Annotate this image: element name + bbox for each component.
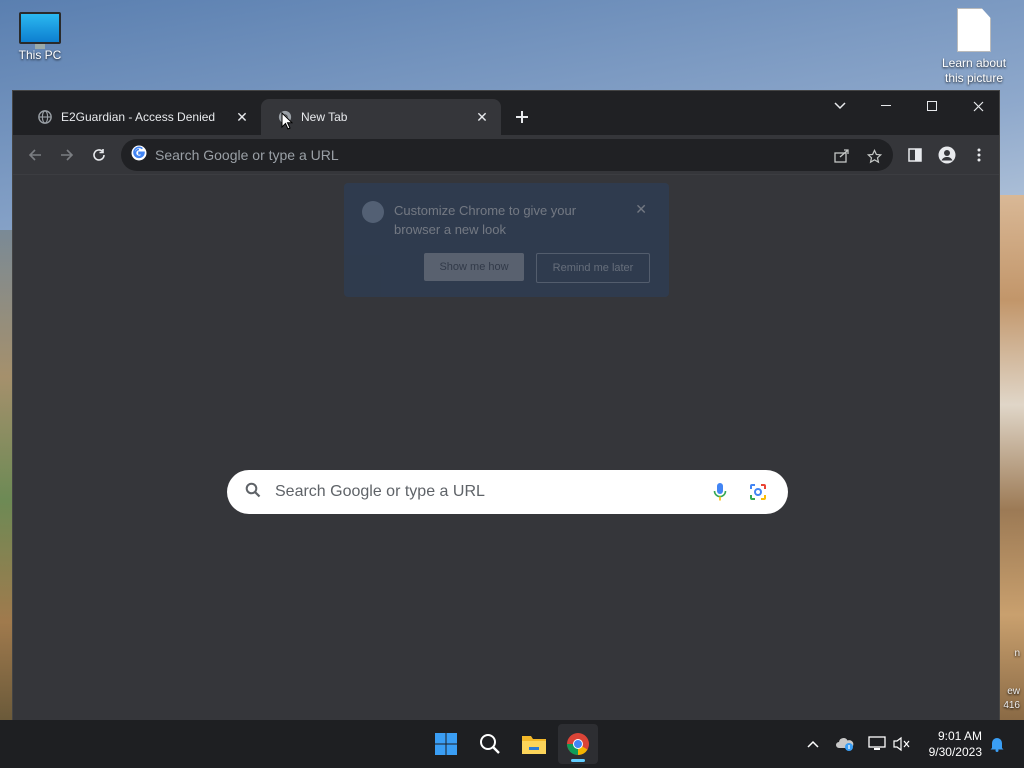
desktop-icon-label: Learn about this picture [941, 56, 1007, 85]
notification-bell-icon[interactable] [985, 732, 1009, 756]
onedrive-icon[interactable] [833, 732, 857, 756]
tab-title: New Tab [301, 110, 348, 124]
reload-button[interactable] [85, 141, 113, 169]
pin-icon [362, 201, 384, 223]
share-icon[interactable] [831, 145, 853, 167]
back-button[interactable] [21, 141, 49, 169]
tab-e2guardian[interactable]: E2Guardian - Access Denied ✕ [21, 99, 261, 135]
search-icon [245, 482, 261, 503]
tab-search-button[interactable] [817, 91, 863, 121]
start-icon [435, 733, 457, 755]
clock-date: 9/30/2023 [928, 745, 982, 759]
tab-new-tab[interactable]: New Tab ✕ [261, 99, 501, 135]
wallpaper-text: n [1014, 648, 1020, 659]
chrome-taskbar-button[interactable] [558, 724, 598, 764]
close-window-button[interactable] [955, 91, 1001, 121]
new-tab-page: Customize Chrome to give your browser a … [13, 176, 999, 721]
desktop-icon-this-pc[interactable]: This PC [0, 12, 80, 63]
wallpaper-text: 416 [1003, 700, 1020, 711]
chrome-icon [567, 733, 589, 755]
tab-strip: E2Guardian - Access Denied ✕ New Tab ✕ [13, 91, 999, 135]
tab-title: E2Guardian - Access Denied [61, 110, 216, 124]
promo-message: Customize Chrome to give your browser a … [394, 203, 577, 237]
google-lens-icon[interactable] [746, 480, 770, 504]
remind-me-later-button[interactable]: Remind me later [536, 253, 650, 283]
ntp-search-input[interactable] [275, 483, 694, 501]
desktop-icon-learn-about-picture[interactable]: Learn about this picture [934, 8, 1014, 86]
wallpaper-text: ew [1007, 686, 1020, 697]
maximize-button[interactable] [909, 91, 955, 121]
close-tab-icon[interactable]: ✕ [473, 108, 491, 126]
show-me-how-button[interactable]: Show me how [424, 253, 524, 281]
desktop-icon-label: This PC [18, 48, 62, 62]
wallpaper-strip-right [1000, 195, 1024, 720]
minimize-button[interactable] [863, 91, 909, 121]
kebab-menu-icon[interactable] [965, 141, 993, 169]
profile-avatar[interactable] [933, 141, 961, 169]
ntp-search-box[interactable] [227, 470, 788, 514]
omnibox[interactable] [121, 139, 893, 171]
new-tab-button[interactable] [509, 104, 535, 130]
show-hidden-icons-button[interactable] [801, 732, 825, 756]
network-icon[interactable] [865, 732, 889, 756]
bookmark-star-icon[interactable] [863, 145, 885, 167]
forward-button[interactable] [53, 141, 81, 169]
globe-icon [37, 109, 53, 125]
taskbar-search-button[interactable] [470, 724, 510, 764]
file-explorer-icon [522, 736, 546, 754]
clock-time: 9:01 AM [937, 729, 982, 743]
taskbar: 9:01 AM 9/30/2023 [0, 720, 1024, 768]
side-panel-button[interactable] [901, 141, 929, 169]
search-icon [480, 734, 500, 754]
volume-muted-icon[interactable] [890, 732, 914, 756]
close-icon[interactable]: ✕ [635, 201, 647, 218]
taskbar-clock[interactable]: 9:01 AM 9/30/2023 [929, 728, 982, 760]
browser-window: E2Guardian - Access Denied ✕ New Tab ✕ S… [12, 90, 1000, 721]
google-g-icon [131, 145, 147, 166]
customize-chrome-promo: Customize Chrome to give your browser a … [344, 183, 669, 297]
file-explorer-button[interactable] [514, 724, 554, 764]
omnibox-input[interactable] [155, 147, 893, 163]
start-button[interactable] [426, 724, 466, 764]
chevron-up-icon [807, 740, 819, 748]
this-pc-icon [19, 12, 61, 49]
document-icon [957, 8, 991, 52]
close-tab-icon[interactable]: ✕ [233, 108, 251, 126]
voice-search-icon[interactable] [708, 480, 732, 504]
wallpaper-strip-left [0, 230, 12, 720]
browser-toolbar [13, 135, 999, 175]
